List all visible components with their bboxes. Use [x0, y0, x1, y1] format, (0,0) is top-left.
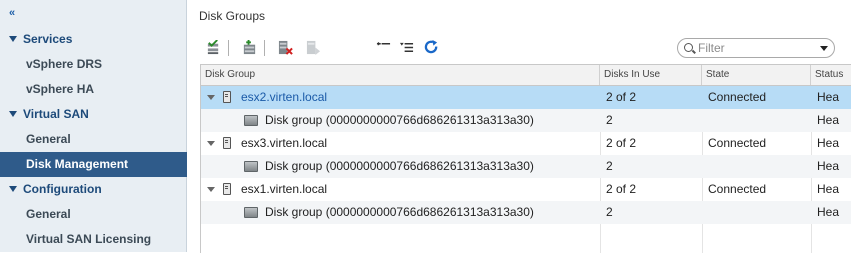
triangle-down-icon: [9, 185, 17, 192]
cell-status: Hea: [817, 136, 840, 150]
cell-disks-in-use: 2: [606, 205, 613, 219]
cell-disk-group: esx2.virten.local: [201, 86, 600, 109]
disk-groups-table: Disk Group Disks In Use State Status esx…: [200, 64, 851, 253]
sidebar-item-label: General: [26, 207, 71, 221]
sidebar-item-services[interactable]: Services: [0, 27, 187, 52]
cell-state: Connected: [708, 136, 767, 150]
column-header-disks-in-use[interactable]: Disks In Use: [600, 65, 702, 85]
disk-group-label: Disk group (0000000000766d686261313a313a…: [265, 113, 534, 127]
cell-status: Hea: [817, 182, 840, 196]
remove-disk-group-icon[interactable]: [278, 40, 293, 55]
cell-disk-group: esx3.virten.local: [201, 132, 600, 155]
table-row-disk-group[interactable]: Disk group (0000000000766d686261313a313a…: [201, 109, 851, 132]
host-name-link[interactable]: esx2.virten.local: [241, 86, 327, 109]
disk-group-icon: [244, 207, 258, 218]
collapse-sidebar-icon[interactable]: «: [9, 7, 15, 19]
sidebar-item-label: Services: [23, 32, 73, 46]
disk-group-icon: [244, 161, 258, 172]
expand-toggle-icon[interactable]: [207, 141, 215, 146]
chevron-down-icon[interactable]: [820, 46, 828, 51]
cell-state: Connected: [708, 182, 767, 196]
filter-box[interactable]: [677, 38, 835, 58]
table-row-disk-group[interactable]: Disk group (0000000000766d686261313a313a…: [201, 155, 851, 178]
cell-status: Hea: [817, 205, 840, 219]
filter-input[interactable]: [698, 40, 808, 56]
cell-disks-in-use: 2: [606, 113, 613, 127]
sidebar-item-label: Configuration: [23, 182, 102, 196]
cell-status: Hea: [817, 113, 840, 127]
sidebar-item-virtual-san-licensing[interactable]: Virtual SAN Licensing: [0, 227, 187, 252]
table-row-disk-group[interactable]: Disk group (0000000000766d686261313a313a…: [201, 201, 851, 224]
collapse-all-icon[interactable]: [376, 40, 391, 55]
cell-status: Hea: [817, 90, 840, 104]
cell-disks-in-use: 2 of 2: [606, 90, 637, 104]
cell-disk-group: Disk group (0000000000766d686261313a313a…: [201, 201, 600, 224]
cell-disk-group: esx1.virten.local: [201, 178, 600, 201]
cell-state: Connected: [708, 90, 767, 104]
cell-state: [702, 109, 811, 132]
search-icon: [684, 43, 693, 52]
host-icon: [223, 137, 231, 149]
expand-all-icon[interactable]: [399, 40, 414, 55]
triangle-down-icon: [9, 35, 17, 42]
host-name[interactable]: esx3.virten.local: [241, 132, 327, 155]
table-row-host[interactable]: esx2.virten.local 2 of 2 Connected Hea: [201, 86, 851, 109]
cell-state: [702, 155, 811, 178]
disk-group-label: Disk group (0000000000766d686261313a313a…: [265, 159, 534, 173]
expand-toggle-icon[interactable]: [207, 95, 215, 100]
triangle-down-icon: [9, 110, 17, 117]
expand-toggle-icon[interactable]: [207, 187, 215, 192]
table-header: Disk Group Disks In Use State Status: [201, 65, 851, 86]
host-name[interactable]: esx1.virten.local: [241, 178, 327, 201]
cell-disks-in-use: 2 of 2: [606, 182, 637, 196]
cell-disks-in-use: 2: [606, 159, 613, 173]
sidebar-item-label: General: [26, 132, 71, 146]
column-header-disk-group[interactable]: Disk Group: [201, 65, 600, 85]
sidebar-item-configuration[interactable]: Configuration: [0, 177, 187, 202]
host-icon: [223, 91, 231, 103]
host-icon: [223, 183, 231, 195]
toolbar-separator: [228, 40, 229, 56]
sidebar-item-virtual-san[interactable]: Virtual SAN: [0, 102, 187, 127]
main-panel: Disk Groups Filter Disk Group Disks In U…: [188, 0, 851, 253]
cell-status: Hea: [817, 159, 840, 173]
cell-disks-in-use: 2 of 2: [606, 136, 637, 150]
sidebar-item-label: vSphere HA: [26, 82, 95, 96]
disk-group-label: Disk group (0000000000766d686261313a313a…: [265, 205, 534, 219]
sidebar-item-disk-management[interactable]: Disk Management: [0, 152, 187, 177]
table-row-host[interactable]: esx3.virten.local 2 of 2 Connected Hea: [201, 132, 851, 155]
toolbar-separator: [264, 40, 265, 56]
table-row-host[interactable]: esx1.virten.local 2 of 2 Connected Hea: [201, 178, 851, 201]
sidebar-item-label: Virtual SAN: [23, 107, 89, 121]
cell-state: [702, 201, 811, 224]
column-header-state[interactable]: State: [702, 65, 811, 85]
column-header-status[interactable]: Status: [811, 65, 851, 85]
cell-disk-group: Disk group (0000000000766d686261313a313a…: [201, 155, 600, 178]
sidebar: « Services vSphere DRS vSphere HA Virtua…: [0, 0, 187, 252]
sidebar-item-label: Virtual SAN Licensing: [26, 232, 152, 246]
sidebar-item-general[interactable]: General: [0, 127, 187, 152]
sidebar-item-vsphere-ha[interactable]: vSphere HA: [0, 77, 187, 102]
sidebar-item-label: Disk Management: [26, 157, 129, 171]
claim-disks-icon[interactable]: [206, 40, 221, 55]
sidebar-item-general-config[interactable]: General: [0, 202, 187, 227]
sidebar-item-label: vSphere DRS: [26, 57, 103, 71]
sidebar-item-vsphere-drs[interactable]: vSphere DRS: [0, 52, 187, 77]
cell-disk-group: Disk group (0000000000766d686261313a313a…: [201, 109, 600, 132]
disk-group-icon: [244, 115, 258, 126]
page-title: Disk Groups: [199, 9, 266, 23]
create-disk-group-icon[interactable]: [242, 40, 257, 55]
add-disk-icon[interactable]: [306, 40, 321, 55]
refresh-icon[interactable]: [424, 40, 439, 55]
